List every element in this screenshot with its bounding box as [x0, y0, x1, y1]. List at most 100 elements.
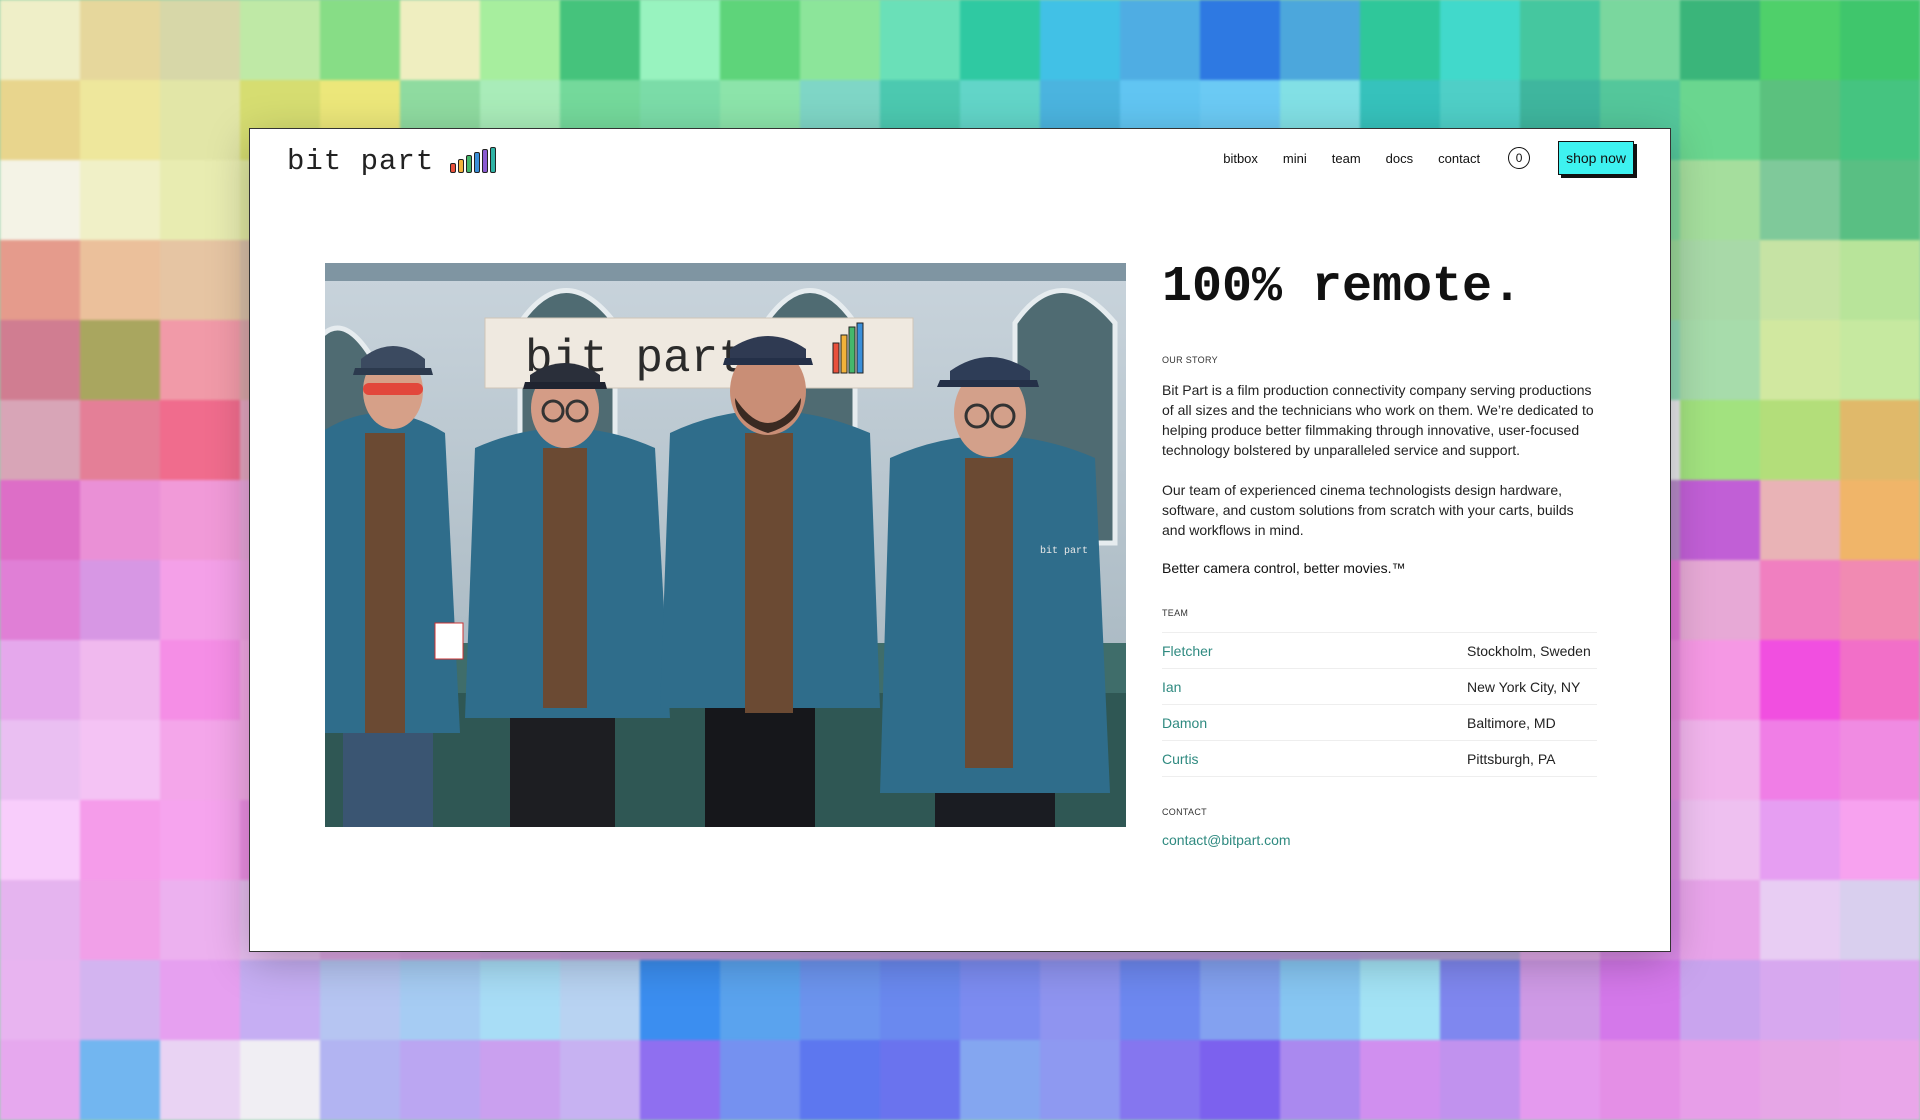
mosaic-tile [1840, 560, 1920, 640]
team-row: Damon Baltimore, MD [1162, 705, 1597, 741]
logo-bar [490, 147, 497, 173]
mosaic-tile [1840, 80, 1920, 160]
nav-link-bitbox[interactable]: bitbox [1223, 151, 1258, 166]
mosaic-tile [1840, 720, 1920, 800]
mosaic-tile [1680, 80, 1760, 160]
logo-bar [466, 155, 473, 173]
mosaic-tile [1760, 1040, 1840, 1120]
mosaic-tile [1280, 0, 1360, 80]
main-nav: bitbox mini team docs contact 0 shop now [1198, 141, 1634, 175]
page-headline: 100% remote. [1162, 259, 1523, 316]
mosaic-tile [160, 720, 240, 800]
mosaic-tile [720, 960, 800, 1040]
mosaic-tile [640, 0, 720, 80]
mosaic-tile [1520, 1040, 1600, 1120]
about-content: 100% remote. OUR STORY Bit Part is a fil… [1162, 263, 1597, 848]
mosaic-tile [1840, 640, 1920, 720]
story-paragraph-1: Bit Part is a film production connectivi… [1162, 382, 1594, 458]
mosaic-tile [160, 160, 240, 240]
team-member-name[interactable]: Fletcher [1162, 643, 1213, 659]
logo-bar [482, 149, 489, 173]
mosaic-tile [240, 0, 320, 80]
mosaic-tile [560, 0, 640, 80]
logo-bar [458, 159, 465, 173]
mosaic-tile [160, 1040, 240, 1120]
mosaic-tile [160, 480, 240, 560]
mosaic-tile [1680, 1040, 1760, 1120]
mosaic-tile [1680, 560, 1760, 640]
contact-label: CONTACT [1162, 807, 1207, 817]
mosaic-tile [480, 0, 560, 80]
mosaic-tile [80, 240, 160, 320]
mosaic-tile [0, 960, 80, 1040]
mosaic-tile [1280, 960, 1360, 1040]
mosaic-tile [1680, 160, 1760, 240]
mosaic-tile [1680, 400, 1760, 480]
nav-link-mini[interactable]: mini [1283, 151, 1307, 166]
mosaic-tile [1440, 960, 1520, 1040]
mosaic-tile [80, 960, 160, 1040]
nav-link-contact[interactable]: contact [1438, 151, 1480, 166]
nav-link-team[interactable]: team [1332, 151, 1361, 166]
mosaic-tile [1840, 160, 1920, 240]
mosaic-tile [1760, 640, 1840, 720]
mosaic-tile [1040, 1040, 1120, 1120]
logo-bars-icon [450, 147, 497, 173]
mosaic-tile [0, 720, 80, 800]
mosaic-tile [800, 960, 880, 1040]
nav-link-docs[interactable]: docs [1386, 151, 1413, 166]
mosaic-tile [1120, 1040, 1200, 1120]
logo-bar [450, 163, 457, 173]
mosaic-tile [800, 0, 880, 80]
team-photo: bit part bit part [325, 263, 1126, 827]
mosaic-tile [1760, 480, 1840, 560]
team-table: Fletcher Stockholm, Sweden Ian New York … [1162, 632, 1597, 777]
mosaic-tile [1200, 0, 1280, 80]
contact-email-link[interactable]: contact@bitpart.com [1162, 832, 1597, 848]
mosaic-tile [0, 800, 80, 880]
mosaic-tile [80, 160, 160, 240]
mosaic-tile [1680, 720, 1760, 800]
mosaic-tile [1200, 960, 1280, 1040]
mosaic-tile [1840, 480, 1920, 560]
team-row: Curtis Pittsburgh, PA [1162, 741, 1597, 777]
mosaic-tile [80, 640, 160, 720]
team-member-name[interactable]: Ian [1162, 679, 1181, 695]
mosaic-tile [160, 960, 240, 1040]
mosaic-tile [1360, 0, 1440, 80]
mosaic-tile [1600, 1040, 1680, 1120]
mosaic-tile [1680, 480, 1760, 560]
team-member-name[interactable]: Curtis [1162, 751, 1199, 767]
mosaic-tile [960, 1040, 1040, 1120]
mosaic-tile [0, 880, 80, 960]
mosaic-tile [1120, 0, 1200, 80]
team-member-name[interactable]: Damon [1162, 715, 1207, 731]
mosaic-tile [0, 80, 80, 160]
photo-badge-text: bit part [1040, 545, 1088, 557]
mosaic-tile [960, 0, 1040, 80]
cart-count-icon[interactable]: 0 [1508, 147, 1531, 169]
mosaic-tile [1840, 960, 1920, 1040]
mosaic-tile [1680, 800, 1760, 880]
mosaic-tile [1200, 1040, 1280, 1120]
mosaic-tile [1680, 0, 1760, 80]
mosaic-tile [160, 80, 240, 160]
mosaic-tile [1760, 800, 1840, 880]
mosaic-tile [1040, 960, 1120, 1040]
team-row: Fletcher Stockholm, Sweden [1162, 633, 1597, 669]
mosaic-tile [1760, 80, 1840, 160]
team-member-location: New York City, NY [1467, 678, 1581, 695]
mosaic-tile [240, 1040, 320, 1120]
mosaic-tile [0, 480, 80, 560]
mosaic-tile [720, 1040, 800, 1120]
team-member-location: Baltimore, MD [1467, 714, 1556, 731]
site-logo[interactable]: bit part [287, 147, 497, 176]
mosaic-tile [80, 80, 160, 160]
mosaic-tile [1040, 0, 1120, 80]
mosaic-tile [960, 960, 1040, 1040]
mosaic-tile [1520, 960, 1600, 1040]
mosaic-tile [80, 0, 160, 80]
shop-now-button[interactable]: shop now [1558, 141, 1634, 175]
mosaic-tile [0, 1040, 80, 1120]
mosaic-tile [160, 240, 240, 320]
